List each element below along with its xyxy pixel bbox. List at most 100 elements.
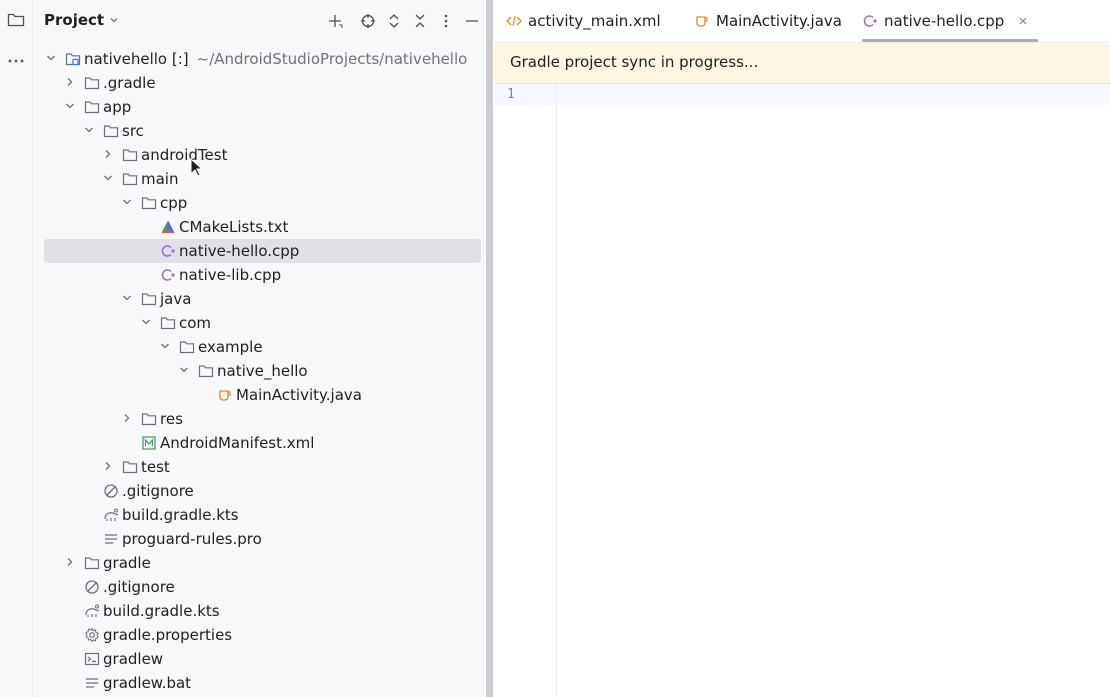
tree-item-label: nativehello [:] ~/AndroidStudioProjects/n… [84, 50, 468, 68]
folder-icon [122, 459, 138, 475]
module-folder-icon [65, 51, 81, 67]
tree-item-label: native_hello [217, 362, 308, 380]
text-file-icon [84, 675, 100, 691]
cpp-file-icon [160, 243, 176, 259]
tab-label: activity_main.xml [528, 12, 661, 30]
cpp-file-icon [160, 267, 176, 283]
tree-item[interactable]: test [44, 455, 481, 479]
tab-mainactivity-java[interactable]: MainActivity.java [694, 0, 842, 42]
tree-item[interactable]: com [44, 311, 481, 335]
tree-item-label: example [198, 338, 263, 356]
tree-item[interactable]: app [44, 95, 481, 119]
new-file-button[interactable] [324, 10, 346, 32]
chevron-right-icon[interactable] [63, 75, 77, 89]
tree-item-label: proguard-rules.pro [122, 530, 262, 548]
tree-item-label: .gradle [103, 74, 156, 92]
chevron-down-icon[interactable] [101, 171, 115, 185]
tab-native-hello-cpp[interactable]: native-hello.cpp [862, 0, 1038, 42]
tree-item-label: build.gradle.kts [122, 506, 239, 524]
tree-item[interactable]: nativehello [:] ~/AndroidStudioProjects/n… [44, 47, 481, 71]
tree-item[interactable]: main [44, 167, 481, 191]
tree-item[interactable]: native-hello.cpp [44, 239, 481, 263]
tree-item-label: MainActivity.java [236, 386, 362, 404]
scrollbar-thumb[interactable] [486, 0, 493, 697]
more-tools-button[interactable] [0, 47, 32, 75]
manifest-icon [141, 435, 157, 451]
chevron-down-icon[interactable] [44, 51, 58, 65]
gitignore-icon [103, 483, 119, 499]
chevron-right-icon[interactable] [120, 411, 134, 425]
tree-item[interactable]: res [44, 407, 481, 431]
active-tab-indicator [862, 39, 1038, 42]
tree-item[interactable]: MainActivity.java [44, 383, 481, 407]
tree-item[interactable]: proguard-rules.pro [44, 527, 481, 551]
folder-icon [7, 13, 25, 27]
tree-item[interactable]: CMakeLists.txt [44, 215, 481, 239]
tree-item-label: native-lib.cpp [179, 266, 282, 284]
project-tool-button[interactable] [0, 6, 32, 34]
chevron-down-icon[interactable] [120, 195, 134, 209]
chevron-down-icon[interactable] [158, 339, 172, 353]
collapse-all-button[interactable] [409, 10, 431, 32]
gradle-file-icon [103, 507, 119, 523]
chevron-right-icon[interactable] [63, 555, 77, 569]
tree-item[interactable]: java [44, 287, 481, 311]
options-button[interactable] [435, 10, 457, 32]
expand-all-button[interactable] [383, 10, 405, 32]
tree-item[interactable]: gradle.properties [44, 623, 481, 647]
tree-item-label: res [160, 410, 183, 428]
tree-item-label: gradlew.bat [103, 674, 192, 692]
project-header: Project [33, 0, 483, 42]
tree-item[interactable]: .gitignore [44, 575, 481, 599]
tree-item[interactable]: androidTest [44, 143, 481, 167]
tree-item-label: gradle [103, 554, 151, 572]
chevron-down-icon[interactable] [63, 99, 77, 113]
sync-banner-text: Gradle project sync in progress... [510, 53, 759, 71]
tree-item[interactable]: .gradle [44, 71, 481, 95]
chevron-down-icon[interactable] [177, 363, 191, 377]
tree-item-label: native-hello.cpp [179, 242, 300, 260]
text-file-icon [103, 531, 119, 547]
tree-item[interactable]: build.gradle.kts [44, 503, 481, 527]
tree-item[interactable]: native-lib.cpp [44, 263, 481, 287]
tree-item[interactable]: build.gradle.kts [44, 599, 481, 623]
hide-panel-button[interactable] [461, 10, 483, 32]
project-view-dropdown[interactable]: Project [44, 11, 120, 29]
chevron-down-icon[interactable] [139, 315, 153, 329]
tree-item[interactable]: AndroidManifest.xml [44, 431, 481, 455]
chevron-down-icon[interactable] [120, 291, 134, 305]
tree-item[interactable]: gradlew [44, 647, 481, 671]
tab-activity-main-xml[interactable]: activity_main.xml [506, 0, 661, 42]
tree-item-label: cpp [160, 194, 188, 212]
tree-item[interactable]: native_hello [44, 359, 481, 383]
folder-icon [84, 99, 100, 115]
tree-item[interactable]: .gitignore [44, 479, 481, 503]
gitignore-icon [84, 579, 100, 595]
chevron-right-icon[interactable] [101, 147, 115, 161]
tree-item-label: build.gradle.kts [103, 602, 220, 620]
folder-icon [179, 339, 195, 355]
target-icon [361, 14, 375, 28]
tree-item[interactable]: cpp [44, 191, 481, 215]
tree-item-label: test [141, 458, 170, 476]
folder-icon [141, 195, 157, 211]
project-title: Project [44, 11, 105, 29]
java-file-icon [696, 16, 708, 27]
tree-item-label: androidTest [141, 146, 228, 164]
tree-item[interactable]: gradle [44, 551, 481, 575]
tool-window-strip [0, 0, 33, 697]
project-scrollbar[interactable] [483, 0, 494, 697]
tree-item-label: app [103, 98, 132, 116]
tree-item[interactable]: example [44, 335, 481, 359]
line-number: 1 [507, 87, 515, 102]
chevron-right-icon[interactable] [101, 459, 115, 473]
more-horiz-icon [8, 59, 24, 63]
tree-item[interactable]: src [44, 119, 481, 143]
close-icon[interactable] [1018, 16, 1028, 26]
cmake-icon [160, 219, 176, 235]
select-opened-file-button[interactable] [357, 10, 379, 32]
tree-item[interactable]: gradlew.bat [44, 671, 481, 695]
chevron-down-icon[interactable] [82, 123, 96, 137]
tree-item-label: gradlew [103, 650, 164, 668]
sync-banner: Gradle project sync in progress... [494, 43, 1110, 84]
